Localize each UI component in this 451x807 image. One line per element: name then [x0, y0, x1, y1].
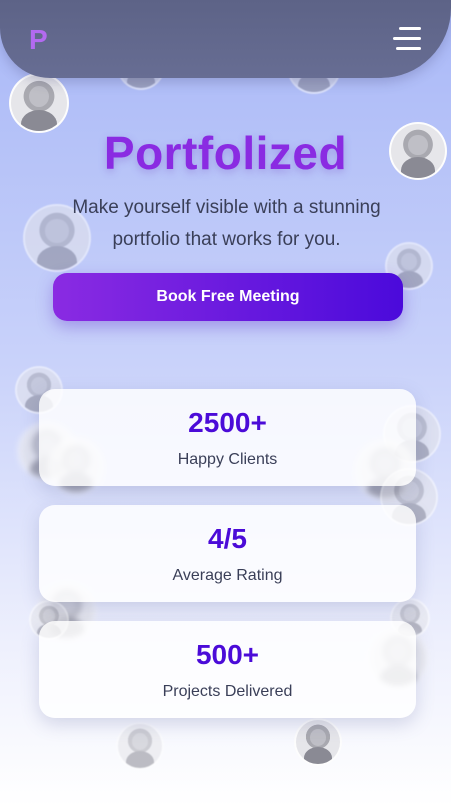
hamburger-menu-icon[interactable]: [393, 27, 421, 51]
stat-label: Average Rating: [172, 567, 283, 584]
background-avatar: [9, 73, 69, 133]
background-avatar: [116, 722, 164, 770]
background-avatar: [294, 718, 342, 766]
stat-card-clients: 2500+ Happy Clients: [39, 389, 416, 486]
brand-logo[interactable]: P: [29, 24, 48, 56]
stat-value: 500+: [195, 639, 260, 670]
hero-subtitle: Make yourself visible with a stunning po…: [72, 197, 381, 250]
top-navbar: P: [0, 0, 451, 78]
stat-card-projects: 500+ Projects Delivered: [39, 621, 416, 718]
stat-label: Happy Clients: [177, 451, 278, 468]
hero-title: Portfolized: [103, 127, 348, 179]
book-free-meeting-button[interactable]: Book Free Meeting: [53, 273, 403, 321]
stat-value: 2500+: [188, 407, 267, 438]
stat-card-rating: 4/5 Average Rating: [39, 505, 416, 602]
stat-label: Projects Delivered: [162, 683, 293, 700]
stat-value: 4/5: [208, 523, 247, 554]
